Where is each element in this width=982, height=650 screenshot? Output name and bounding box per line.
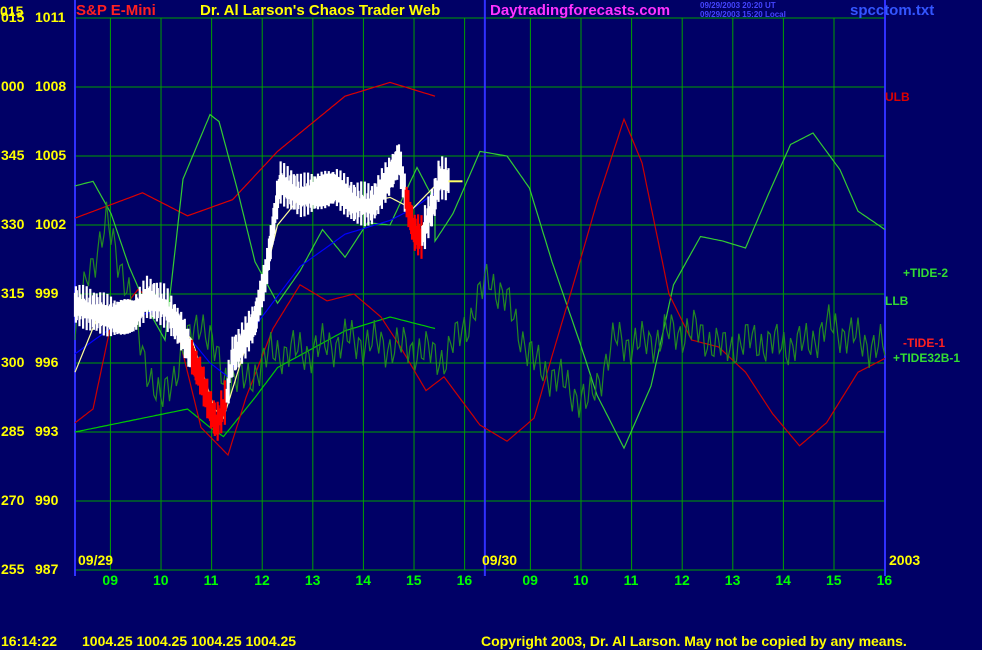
- x-tick-label: 16: [876, 572, 893, 588]
- x-tick-label: 14: [355, 572, 371, 588]
- y-tick-price: 996: [35, 354, 59, 370]
- series-avg_slow: [74, 192, 436, 378]
- y-tick-code: 285: [1, 423, 25, 439]
- chart-title: S&P E-Mini: [76, 2, 156, 19]
- x-tick-label: 10: [153, 572, 169, 588]
- y-tick-price: 987: [35, 561, 59, 577]
- legend-tide-1: -TIDE-1: [903, 336, 945, 350]
- y-tick-price: 1008: [35, 78, 67, 94]
- x-tick-label: 13: [304, 572, 321, 588]
- x-tick-label: 13: [724, 572, 741, 588]
- site-link[interactable]: Daytradingforecasts.com: [490, 3, 670, 18]
- y-tick-code: 315: [1, 285, 25, 301]
- y-tick-price: 999: [35, 285, 59, 301]
- y-tick-code: 015: [1, 9, 25, 25]
- x-tick-label: 15: [826, 572, 842, 588]
- timestamp-ut: 09/29/2003 20:20 UT: [700, 1, 776, 10]
- series-tide1: [74, 117, 886, 457]
- site-name: Dr. Al Larson's Chaos Trader Web: [200, 2, 441, 19]
- y-tick-price: 1005: [35, 147, 67, 163]
- quote-time: 16:14:22: [1, 633, 58, 649]
- x-tick-label: 09: [522, 572, 538, 588]
- x-tick-label: 16: [456, 572, 473, 588]
- x-tick-label: 11: [623, 572, 639, 588]
- y-tick-price: 993: [35, 423, 59, 439]
- legend-tide32b-1: +TIDE32B-1: [893, 351, 961, 365]
- y-tick-code: 300: [1, 354, 25, 370]
- y-tick-price: 1002: [35, 216, 67, 232]
- y-tick-price: 990: [35, 492, 59, 508]
- day-marker-0929: 09/29: [78, 552, 114, 568]
- legend-llb: LLB: [885, 294, 909, 308]
- copyright-notice: Copyright 2003, Dr. Al Larson. May not b…: [481, 633, 907, 649]
- x-tick-label: 14: [775, 572, 791, 588]
- data-file-name: spcctom.txt: [850, 2, 935, 19]
- series-lines: [73, 81, 886, 457]
- y-tick-code: 000: [1, 78, 25, 94]
- y-tick-price: 1011: [35, 9, 66, 25]
- series-tide32: [74, 201, 886, 418]
- quote-values: 1004.25 1004.25 1004.25 1004.25: [82, 633, 297, 649]
- y-tick-code: 255: [1, 561, 25, 577]
- y-tick-code: 345: [1, 147, 25, 163]
- timestamp-local: 09/29/2003 15:20 Local: [700, 10, 786, 19]
- year-marker: 2003: [889, 552, 921, 568]
- y-tick-code: 270: [1, 492, 25, 508]
- x-tick-label: 12: [674, 572, 690, 588]
- x-tick-label: 10: [573, 572, 589, 588]
- y-tick-code: 330: [1, 216, 25, 232]
- legend-ulb: ULB: [885, 90, 910, 104]
- x-tick-label: 09: [102, 572, 118, 588]
- grid-lines: [74, 0, 886, 576]
- x-tick-label: 11: [203, 572, 219, 588]
- x-tick-label: 12: [254, 572, 270, 588]
- legend-tide-2: +TIDE-2: [903, 266, 949, 280]
- day-marker-0930: 09/30: [482, 552, 518, 568]
- x-tick-label: 15: [406, 572, 422, 588]
